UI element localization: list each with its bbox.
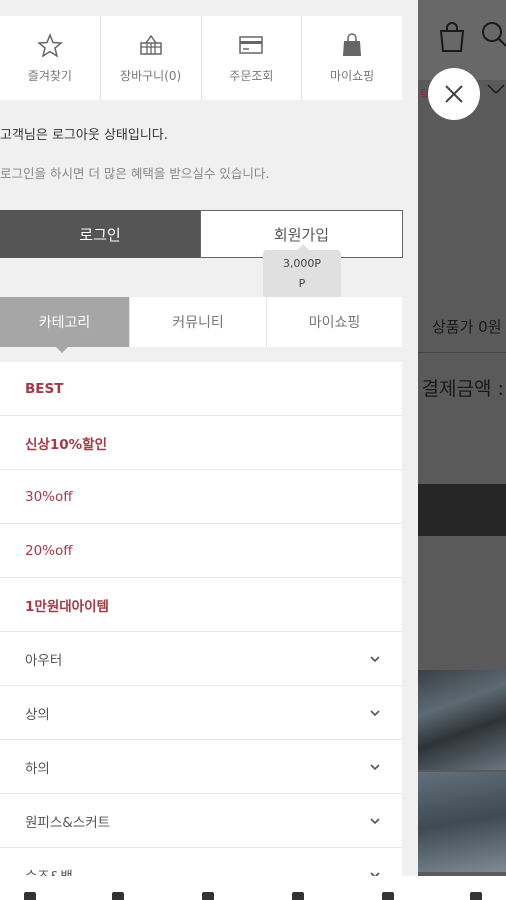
chevron-down-icon[interactable] — [368, 760, 382, 774]
background-product-image — [418, 670, 506, 770]
card-icon — [239, 35, 264, 54]
side-drawer: 즐겨찾기 장바구니(0) 주문조회 마이쇼핑 고객님은 로그아웃 상태입니다. … — [0, 0, 418, 900]
background-product-price: 상품가 0원 — [432, 318, 502, 336]
category-label: 아우터 — [25, 652, 63, 669]
divider — [418, 352, 506, 353]
tab-community[interactable]: 커뮤니티 — [130, 297, 267, 347]
category-label: 신상10%할인 — [25, 436, 107, 453]
shopping-bag-icon — [439, 22, 465, 52]
nav-icon[interactable] — [112, 892, 124, 900]
nav-menu-icon[interactable] — [470, 892, 482, 900]
chevron-down-icon[interactable] — [368, 652, 382, 666]
category-label: 상의 — [25, 706, 50, 723]
tab-my-shopping[interactable]: 마이쇼핑 — [267, 297, 402, 347]
logout-status-description: 로그인을 하시면 더 많은 혜택을 받으실수 있습니다. — [0, 166, 270, 181]
category-label: 1만원대아이템 — [25, 598, 109, 615]
nav-icon[interactable] — [382, 892, 394, 900]
chevron-down-icon[interactable] — [368, 706, 382, 720]
category-item-top[interactable]: 상의 — [0, 686, 402, 740]
cart-link[interactable]: 장바구니(0) — [101, 16, 202, 100]
points-value: 3,000P — [282, 257, 322, 270]
background-order-bar — [418, 484, 506, 536]
category-item-30off[interactable]: 30%off — [0, 470, 402, 524]
category-list: BEST 신상10%할인 30%off 20%off 1만원대아이템 아우터 상… — [0, 362, 402, 900]
quick-nav: 즐겨찾기 장바구니(0) 주문조회 마이쇼핑 — [0, 16, 402, 100]
login-button[interactable]: 로그인 — [0, 210, 200, 258]
logout-status-title: 고객님은 로그아웃 상태입니다. — [0, 128, 168, 143]
order-lookup-link[interactable]: 주문조회 — [202, 16, 303, 100]
nav-icon[interactable] — [202, 892, 214, 900]
category-item-new-discount[interactable]: 신상10%할인 — [0, 416, 402, 470]
bag-icon — [343, 32, 362, 56]
category-label: 원피스&스커트 — [25, 814, 111, 831]
category-label: 20%off — [25, 542, 73, 559]
search-icon — [482, 22, 506, 47]
nav-icon[interactable] — [292, 892, 304, 900]
background-product-image — [418, 772, 506, 872]
close-button[interactable] — [428, 68, 480, 120]
category-item-20off[interactable]: 20%off — [0, 524, 402, 578]
category-item-10k-items[interactable]: 1만원대아이템 — [0, 578, 402, 632]
category-item-bottom[interactable]: 하의 — [0, 740, 402, 794]
favorites-link[interactable]: 즐겨찾기 — [0, 16, 101, 100]
basket-icon — [139, 34, 162, 55]
drawer-tabs: 카테고리 커뮤니티 마이쇼핑 — [0, 297, 402, 353]
tab-category[interactable]: 카테고리 — [0, 297, 130, 353]
points-unit: P — [298, 277, 306, 290]
nav-back-icon[interactable] — [24, 892, 36, 900]
chevron-down-icon[interactable] — [368, 814, 382, 828]
my-shopping-label: 마이쇼핑 — [330, 68, 375, 83]
my-shopping-link[interactable]: 마이쇼핑 — [302, 16, 402, 100]
category-label: 30%off — [25, 488, 73, 505]
category-label: BEST — [25, 380, 64, 397]
order-lookup-label: 주문조회 — [229, 68, 274, 83]
favorites-label: 즐겨찾기 — [27, 68, 72, 83]
category-item-best[interactable]: BEST — [0, 362, 402, 416]
signup-points-badge: 3,000P P — [263, 244, 341, 298]
category-item-dress-skirt[interactable]: 원피스&스커트 — [0, 794, 402, 848]
chevron-down-icon — [487, 84, 505, 95]
cart-label: 장바구니(0) — [120, 68, 182, 83]
system-navigation-bar — [0, 876, 506, 900]
close-icon — [445, 85, 463, 103]
category-item-outer[interactable]: 아우터 — [0, 632, 402, 686]
category-label: 하의 — [25, 760, 50, 777]
star-icon — [36, 32, 63, 57]
